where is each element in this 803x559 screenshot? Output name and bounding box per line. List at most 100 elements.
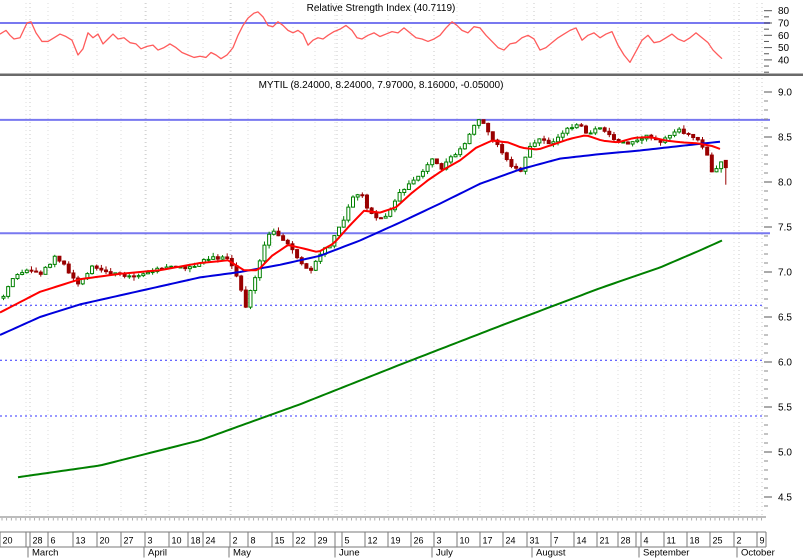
down-candle	[434, 158, 439, 165]
rsi-axis-label: 50	[778, 43, 790, 54]
week-label: 11	[667, 536, 676, 546]
month-label: July	[436, 548, 453, 559]
down-candle	[295, 249, 300, 259]
up-candle	[719, 161, 724, 170]
up-candle	[574, 124, 579, 129]
gridlines	[25, 3, 763, 516]
up-candle	[337, 226, 342, 237]
up-candle	[355, 194, 360, 198]
up-candle	[48, 263, 53, 268]
up-candle	[425, 164, 430, 172]
up-candle	[570, 127, 575, 130]
week-label: 17	[483, 536, 493, 546]
rsi-panel	[0, 11, 770, 64]
down-candle	[686, 132, 691, 135]
down-candle	[709, 154, 714, 173]
up-candle	[472, 124, 477, 135]
week-label: 2	[233, 536, 238, 546]
up-candle	[1, 295, 6, 299]
up-candle	[187, 266, 192, 270]
up-candle	[467, 133, 472, 145]
down-candle	[584, 125, 588, 134]
rsi-axis-label: 80	[778, 6, 790, 17]
up-candle	[677, 128, 682, 133]
up-candle	[145, 271, 150, 275]
down-candle	[57, 255, 62, 262]
up-candle	[714, 168, 719, 173]
up-candle	[211, 256, 216, 260]
up-candle	[383, 215, 388, 219]
week-label: 28	[33, 536, 43, 546]
up-candle	[639, 138, 644, 141]
up-candle	[476, 119, 481, 126]
week-label: 7	[554, 536, 559, 546]
week-label: 13	[76, 536, 86, 546]
down-candle	[71, 272, 76, 279]
up-candle	[136, 275, 141, 278]
up-candle	[448, 156, 453, 163]
up-candle	[402, 188, 407, 194]
week-label: 8	[251, 536, 256, 546]
price-axis-label: 6.0	[778, 358, 792, 369]
down-candle	[285, 239, 290, 245]
month-label: September	[643, 548, 689, 559]
week-label: 24	[506, 536, 516, 546]
week-label: 24	[206, 536, 216, 546]
up-candle	[248, 289, 253, 308]
rsi-axis: 40506070 80	[764, 6, 790, 73]
down-candle	[94, 265, 99, 269]
down-candle	[104, 269, 109, 273]
down-candle	[542, 138, 547, 141]
up-candle	[262, 244, 267, 262]
up-candle	[430, 158, 435, 166]
price-axis-label: 7.5	[778, 223, 792, 234]
rsi-axis-label: 60	[778, 31, 790, 42]
slow-ma-line	[0, 140, 721, 336]
week-label: 21	[600, 536, 610, 546]
price-axis-label: 6.5	[778, 313, 792, 324]
down-candle	[695, 137, 700, 141]
down-candle	[374, 212, 379, 219]
up-candle	[635, 139, 640, 143]
panel-separator	[0, 73, 803, 76]
up-candle	[10, 278, 15, 288]
up-candle	[537, 138, 542, 144]
price-axis: 9.0 8.5 8.0 7.5 7.0 6.5 6.0 5.5 5.0 4.5	[764, 88, 792, 507]
up-candle	[313, 260, 318, 271]
up-candle	[52, 255, 57, 265]
up-candle	[416, 175, 421, 181]
up-candle	[20, 272, 25, 275]
month-label: October	[741, 548, 775, 559]
week-label: 31	[530, 536, 540, 546]
month-label: March	[32, 548, 58, 559]
down-candle	[504, 152, 509, 161]
up-candle	[532, 142, 537, 147]
up-candle	[6, 286, 11, 297]
up-candle	[127, 275, 132, 278]
down-candle	[183, 266, 188, 270]
chart-canvas: 40506070 80 9.0 8.5 8.0 7.5 7.0 6.5 6.0 5.5 5.0 4.5…	[0, 3, 803, 559]
down-candle	[514, 165, 519, 169]
week-label: 22	[296, 536, 306, 546]
down-candle	[602, 127, 607, 132]
down-candle	[243, 289, 248, 308]
rsi-axis-label: 40	[778, 55, 790, 66]
week-label: 20	[100, 536, 110, 546]
down-candle	[281, 235, 286, 241]
down-candle	[500, 144, 505, 154]
down-candle	[681, 128, 686, 134]
week-label: 27	[124, 536, 134, 546]
up-candle	[43, 266, 48, 275]
week-label: 18	[690, 536, 700, 546]
down-candle	[625, 141, 630, 145]
up-candle	[597, 127, 602, 130]
down-candle	[378, 217, 383, 220]
week-label: 29	[318, 536, 328, 546]
down-candle	[705, 146, 710, 156]
week-label: 3	[148, 536, 153, 546]
date-axis: 20 28 6 13 20 27 3 10 18 24 2 8 15 22 29 5 12 19 26 3 10 17 24…	[0, 518, 775, 559]
up-candle	[271, 230, 276, 235]
down-candle	[546, 139, 551, 145]
price-axis-label: 7.0	[778, 268, 792, 279]
up-candle	[141, 273, 146, 277]
